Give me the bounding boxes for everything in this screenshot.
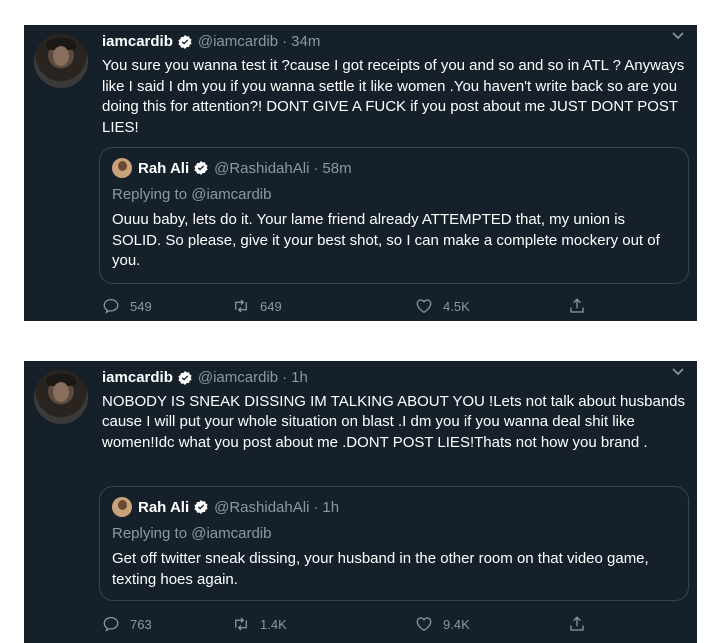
quote-text: Ouuu baby, lets do it. Your lame friend … (112, 211, 660, 269)
quote-timestamp: 58m (322, 159, 352, 177)
replying-to[interactable]: Replying to @iamcardib (112, 525, 271, 542)
tweet-card[interactable]: iamcardib @iamcardib · 1h NOBODY IS SNEA… (24, 361, 697, 643)
retweet-icon (235, 617, 247, 631)
quoted-tweet[interactable]: Rah Ali @RashidahAli · 58m Replying to @… (99, 147, 689, 284)
separator-dot: · (282, 33, 288, 50)
share-button[interactable] (568, 297, 596, 315)
separator-dot: · (282, 369, 288, 386)
avatar[interactable] (34, 370, 88, 424)
share-icon (570, 616, 584, 631)
avatar[interactable] (34, 34, 88, 88)
like-button[interactable]: 4.5K (415, 297, 470, 315)
tweet-header: iamcardib @iamcardib · 34m (102, 33, 320, 50)
retweet-button[interactable]: 649 (232, 297, 282, 315)
like-button[interactable]: 9.4K (415, 615, 470, 633)
timestamp[interactable]: 1h (291, 369, 308, 386)
quote-avatar (112, 158, 132, 178)
quote-timestamp: 1h (322, 498, 340, 516)
tweet-actions: 763 1.4K 9.4K (102, 615, 602, 637)
verified-badge-icon (194, 500, 208, 514)
separator-dot: · (313, 498, 319, 516)
quote-header: Rah Ali @RashidahAli · 1h (112, 497, 339, 517)
tweet-header: iamcardib @iamcardib · 1h (102, 369, 308, 386)
quote-author-name: Rah Ali (138, 159, 190, 177)
retweet-icon (235, 299, 247, 313)
author-name[interactable]: iamcardib (102, 33, 173, 50)
reply-icon (103, 616, 119, 632)
verified-badge-icon (178, 370, 192, 385)
share-button[interactable] (568, 615, 596, 633)
tweet-actions: 549 649 4.5K (102, 297, 602, 319)
retweet-count: 1.4K (260, 616, 287, 632)
heart-icon (416, 617, 432, 632)
like-count: 9.4K (443, 616, 470, 632)
tweet-text: You sure you wanna test it ?cause I got … (102, 57, 685, 136)
heart-icon (416, 299, 432, 314)
reply-button[interactable]: 549 (102, 297, 152, 315)
quoted-tweet[interactable]: Rah Ali @RashidahAli · 1h Replying to @i… (99, 486, 689, 601)
retweet-count: 649 (260, 298, 282, 314)
quote-avatar (112, 497, 132, 517)
reply-count: 549 (130, 298, 152, 314)
timestamp[interactable]: 34m (291, 33, 320, 50)
like-count: 4.5K (443, 298, 470, 314)
verified-badge-icon (194, 161, 208, 175)
quote-author-handle: @RashidahAli (214, 498, 310, 516)
retweet-button[interactable]: 1.4K (232, 615, 287, 633)
quote-header: Rah Ali @RashidahAli · 58m (112, 158, 352, 178)
quote-author-name: Rah Ali (138, 498, 190, 516)
replying-to[interactable]: Replying to @iamcardib (112, 186, 271, 203)
chevron-down-icon[interactable] (671, 367, 685, 377)
verified-badge-icon (178, 34, 192, 49)
author-handle[interactable]: @iamcardib (198, 33, 278, 50)
quote-text: Get off twitter sneak dissing, your husb… (112, 550, 649, 588)
chevron-down-icon[interactable] (671, 31, 685, 41)
share-icon (570, 298, 584, 313)
tweet-text: NOBODY IS SNEAK DISSING IM TALKING ABOUT… (102, 393, 686, 451)
author-handle[interactable]: @iamcardib (198, 369, 278, 386)
reply-count: 763 (130, 616, 152, 632)
reply-icon (103, 298, 119, 314)
reply-button[interactable]: 763 (102, 615, 152, 633)
quote-author-handle: @RashidahAli (214, 159, 310, 177)
author-name[interactable]: iamcardib (102, 369, 173, 386)
separator-dot: · (313, 159, 319, 177)
tweet-card[interactable]: iamcardib @iamcardib · 34m You sure you … (24, 25, 697, 321)
